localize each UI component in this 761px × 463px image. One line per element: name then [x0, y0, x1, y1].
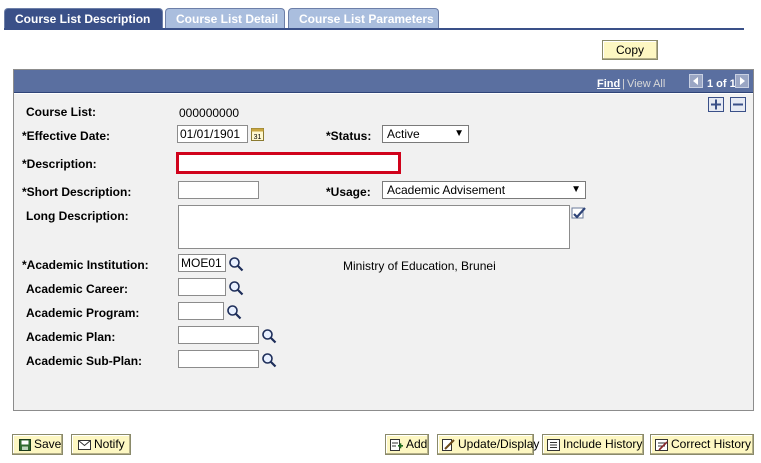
course-list-label: Course List: [26, 105, 97, 119]
academic-plan-label: Academic Plan: [26, 330, 116, 344]
search-icon[interactable] [226, 304, 242, 320]
chevron-down-icon: ▼ [571, 184, 581, 195]
short-description-label: *Short Description: [22, 185, 132, 199]
description-input[interactable] [176, 152, 401, 174]
usage-value: Academic Advisement [387, 183, 506, 197]
tab-underline [4, 28, 744, 30]
header-separator: | [622, 78, 625, 90]
spell-check-icon[interactable] [571, 206, 587, 221]
academic-sub-plan-label: Academic Sub-Plan: [26, 354, 143, 368]
chevron-down-icon: ▼ [454, 128, 464, 139]
tab-course-list-description[interactable]: Course List Description [4, 8, 163, 29]
academic-program-input[interactable] [178, 302, 224, 320]
add-icon [390, 438, 403, 451]
add-button-label: Add [406, 437, 428, 451]
tab-course-list-parameters[interactable]: Course List Parameters [288, 8, 439, 29]
add-button[interactable]: Add [385, 434, 429, 455]
status-select[interactable]: Active ▼ [382, 125, 469, 143]
usage-select[interactable]: Academic Advisement ▼ [382, 181, 586, 199]
svg-text:31: 31 [254, 134, 262, 141]
correct-history-icon [655, 438, 668, 451]
find-link[interactable]: Find [597, 78, 620, 90]
include-history-button[interactable]: Include History [542, 434, 644, 455]
short-description-input[interactable] [178, 181, 259, 199]
calendar-icon[interactable]: 31 [251, 127, 264, 141]
save-button[interactable]: Save [12, 434, 63, 455]
view-all-link[interactable]: View All [627, 78, 665, 90]
delete-row-icon[interactable] [730, 97, 746, 112]
include-history-button-label: Include History [563, 437, 643, 451]
copy-button[interactable]: Copy [602, 40, 658, 60]
description-label: *Description: [22, 157, 97, 171]
pager-text: 1 of 1 [707, 78, 736, 90]
update-display-button-label: Update/Display [458, 437, 540, 451]
academic-institution-description: Ministry of Education, Brunei [343, 259, 496, 273]
correct-history-button[interactable]: Correct History [650, 434, 754, 455]
academic-career-input[interactable] [178, 278, 226, 296]
usage-label: *Usage: [326, 185, 371, 199]
correct-history-button-label: Correct History [671, 437, 752, 451]
long-description-textarea[interactable] [178, 205, 570, 249]
academic-plan-input[interactable] [178, 326, 259, 344]
effective-date-label: *Effective Date: [22, 129, 111, 143]
include-history-icon [547, 438, 560, 451]
notify-button[interactable]: Notify [71, 434, 131, 455]
save-icon [19, 438, 31, 451]
search-icon[interactable] [228, 280, 244, 296]
effective-date-input[interactable] [177, 125, 248, 143]
notify-button-label: Notify [94, 437, 125, 451]
save-button-label: Save [34, 437, 62, 451]
course-list-value: 000000000 [179, 106, 240, 120]
search-icon[interactable] [261, 328, 277, 344]
last-page-icon[interactable] [735, 74, 749, 88]
status-value: Active [387, 127, 420, 141]
status-label: *Status: [326, 129, 372, 143]
tab-course-list-detail[interactable]: Course List Detail [165, 8, 285, 29]
add-row-icon[interactable] [708, 97, 724, 112]
notify-icon [78, 439, 91, 450]
update-display-icon [442, 438, 455, 451]
academic-career-label: Academic Career: [26, 282, 129, 296]
academic-program-label: Academic Program: [26, 306, 140, 320]
update-display-button[interactable]: Update/Display [437, 434, 539, 455]
search-icon[interactable] [261, 352, 277, 368]
search-icon[interactable] [228, 256, 244, 272]
academic-institution-label: *Academic Institution: [22, 258, 149, 272]
first-page-icon[interactable] [689, 74, 703, 88]
academic-institution-input[interactable] [178, 254, 226, 272]
academic-sub-plan-input[interactable] [178, 350, 259, 368]
long-description-label: Long Description: [26, 209, 129, 223]
